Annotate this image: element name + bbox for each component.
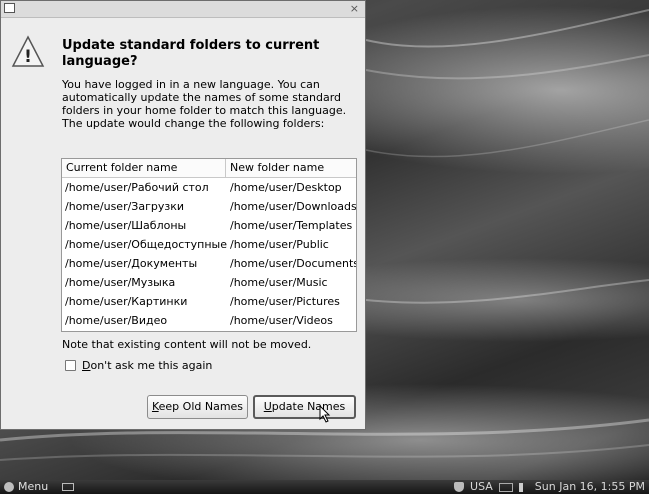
- current-folder-cell: /home/user/Видео: [65, 314, 168, 327]
- column-header-current[interactable]: Current folder name: [62, 159, 226, 177]
- dialog-heading: Update standard folders to current langu…: [62, 38, 320, 69]
- shield-icon[interactable]: [454, 482, 465, 492]
- current-folder-cell: /home/user/Картинки: [65, 295, 188, 308]
- note-text: Note that existing content will not be m…: [62, 338, 312, 351]
- update-names-button[interactable]: Update Names: [253, 395, 356, 419]
- clock[interactable]: Sun Jan 16, 1:55 PM: [535, 480, 645, 494]
- new-folder-cell: /home/user/Videos: [230, 314, 333, 327]
- new-folder-cell: /home/user/Downloads: [230, 200, 356, 213]
- current-folder-cell: /home/user/Загрузки: [65, 200, 185, 213]
- dont-ask-checkbox[interactable]: [65, 360, 76, 371]
- current-folder-cell: /home/user/Рабочий стол: [65, 181, 209, 194]
- table-row[interactable]: /home/user/Шаблоны/home/user/Templates: [62, 216, 356, 235]
- new-folder-cell: /home/user/Pictures: [230, 295, 340, 308]
- table-row[interactable]: /home/user/Видео/home/user/Videos: [62, 311, 356, 330]
- new-folder-cell: /home/user/Templates: [230, 219, 353, 232]
- system-tray: USA Sun Jan 16, 1:55 PM: [454, 480, 645, 494]
- dialog-titlebar[interactable]: ×: [1, 1, 365, 18]
- keyboard-layout-indicator[interactable]: USA: [470, 480, 493, 494]
- menu-icon[interactable]: [4, 482, 14, 492]
- table-row[interactable]: /home/user/Рабочий стол/home/user/Deskto…: [62, 178, 356, 197]
- menu-button[interactable]: Menu: [18, 480, 48, 494]
- table-header: Current folder name New folder name: [62, 159, 356, 178]
- current-folder-cell: /home/user/Музыка: [65, 276, 176, 289]
- current-folder-cell: /home/user/Документы: [65, 257, 198, 270]
- current-folder-cell: /home/user/Общедоступные: [65, 238, 227, 251]
- new-folder-cell: /home/user/Music: [230, 276, 328, 289]
- current-folder-cell: /home/user/Шаблоны: [65, 219, 187, 232]
- network-icon[interactable]: [498, 482, 513, 492]
- folders-table: Current folder name New folder name /hom…: [61, 158, 357, 332]
- window-icon: [4, 3, 15, 13]
- dont-ask-label: Don't ask me this again: [82, 359, 213, 372]
- table-row[interactable]: /home/user/Загрузки/home/user/Downloads: [62, 197, 356, 216]
- show-desktop-icon[interactable]: [62, 483, 74, 491]
- dialog-description: You have logged in in a new language. Yo…: [62, 78, 347, 130]
- new-folder-cell: /home/user/Documents: [230, 257, 356, 270]
- table-row[interactable]: /home/user/Музыка/home/user/Music: [62, 273, 356, 292]
- update-folders-dialog: × ! Update standard folders to current l…: [0, 0, 366, 430]
- table-row[interactable]: /home/user/Общедоступные/home/user/Publi…: [62, 235, 356, 254]
- keep-old-names-button[interactable]: Keep Old Names: [147, 395, 248, 419]
- bottom-panel: Menu USA Sun Jan 16, 1:55 PM: [0, 480, 649, 494]
- mouse-pointer-icon: [319, 405, 331, 423]
- warning-triangle-icon: !: [11, 35, 45, 67]
- new-folder-cell: /home/user/Public: [230, 238, 329, 251]
- table-row[interactable]: /home/user/Картинки/home/user/Pictures: [62, 292, 356, 311]
- column-header-new[interactable]: New folder name: [226, 159, 356, 177]
- dont-ask-checkbox-row[interactable]: Don't ask me this again: [65, 359, 212, 372]
- volume-icon[interactable]: [518, 482, 529, 492]
- svg-text:!: !: [24, 47, 32, 67]
- table-row[interactable]: /home/user/Документы/home/user/Documents: [62, 254, 356, 273]
- new-folder-cell: /home/user/Desktop: [230, 181, 342, 194]
- close-icon[interactable]: ×: [350, 1, 359, 16]
